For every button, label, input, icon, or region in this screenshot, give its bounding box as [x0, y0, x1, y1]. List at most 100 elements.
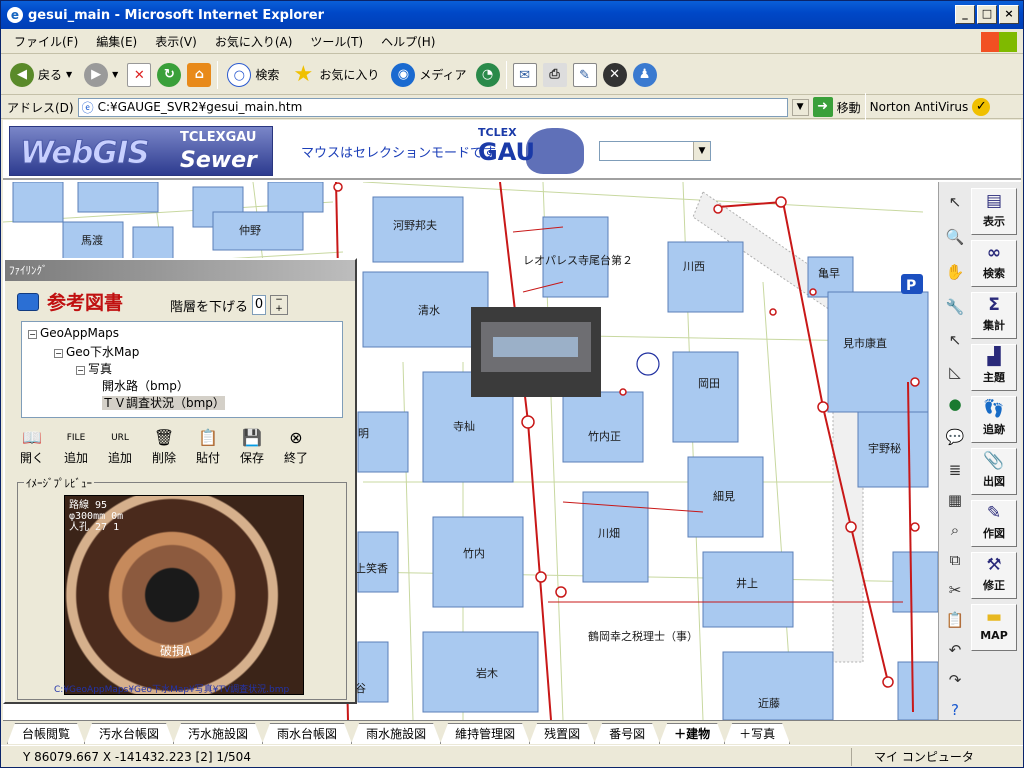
- table-icon[interactable]: ▦: [945, 490, 965, 510]
- svg-text:竹内正: 竹内正: [588, 429, 621, 443]
- tree-node[interactable]: − Geo下水Map: [54, 343, 139, 360]
- measure-icon[interactable]: ◺: [945, 362, 965, 382]
- tree-node[interactable]: 開水路（bmp）: [102, 377, 189, 394]
- tree-node[interactable]: − GeoAppMaps: [28, 326, 119, 340]
- cut-icon[interactable]: ✂: [945, 580, 965, 600]
- info-icon[interactable]: 🔧: [945, 297, 965, 317]
- level-value[interactable]: 0: [252, 295, 267, 315]
- level-spinner[interactable]: − +: [270, 295, 289, 315]
- tab-number[interactable]: 番号図: [594, 723, 660, 744]
- tab-photo[interactable]: ＋写真: [724, 723, 790, 744]
- pan-hand-icon[interactable]: ✋: [945, 262, 965, 282]
- photo-thumbnail[interactable]: [471, 307, 601, 397]
- favorites-button[interactable]: ★ お気に入り: [288, 61, 382, 89]
- search-button[interactable]: ○ 検索: [224, 61, 282, 89]
- svg-text:見市康直: 見市康直: [843, 336, 887, 350]
- globe-icon[interactable]: ●: [945, 394, 965, 414]
- redo-icon[interactable]: ↷: [945, 670, 965, 690]
- modify-button[interactable]: ⚒ 修正: [971, 552, 1017, 599]
- refresh-icon[interactable]: ↻: [157, 62, 182, 87]
- tree-node-selected[interactable]: ＴＶ調査状況（bmp）: [102, 394, 225, 411]
- history-icon[interactable]: ◔: [475, 62, 500, 87]
- paste-icon[interactable]: 📋: [945, 610, 965, 630]
- output-button[interactable]: 📎 出図: [971, 448, 1017, 495]
- layer-select[interactable]: ▼: [599, 141, 711, 161]
- find-icon[interactable]: ⌕: [945, 520, 965, 540]
- menu-favorites[interactable]: お気に入り(A): [206, 30, 302, 53]
- menu-tools[interactable]: ツール(T): [301, 30, 372, 53]
- preview-path: C:¥GeoAppMaps¥Geo下水Map¥写真¥TV調査状況.bmp: [54, 685, 290, 695]
- map-button[interactable]: ▬ MAP: [971, 604, 1017, 651]
- mail-icon[interactable]: ✉: [512, 62, 537, 87]
- help-icon[interactable]: ?: [945, 700, 965, 720]
- menu-edit[interactable]: 編集(E): [87, 30, 146, 53]
- print-icon[interactable]: ⎙: [542, 62, 567, 87]
- tab-maintenance[interactable]: 維持管理図: [440, 723, 530, 744]
- stop-icon[interactable]: ✕: [127, 62, 152, 87]
- tab-sewage-facility[interactable]: 汚水施設図: [173, 723, 263, 744]
- tab-rain-facility[interactable]: 雨水施設図: [351, 723, 441, 744]
- address-input[interactable]: ⓔ C:¥GAUGE_SVR2¥gesui_main.htm: [77, 97, 788, 117]
- sum-icon: Σ: [988, 295, 1000, 315]
- draw-button[interactable]: ✎ 作図: [971, 500, 1017, 547]
- chevron-down-icon: ▼: [693, 142, 710, 160]
- open-button[interactable]: 📖 開く: [13, 427, 51, 466]
- norton-icon[interactable]: ✓: [972, 98, 991, 116]
- aggregate-button[interactable]: Σ 集計: [971, 292, 1017, 339]
- close-button[interactable]: ×: [999, 5, 1019, 24]
- save-button[interactable]: 💾 保存: [233, 427, 271, 466]
- right-tool-panel: ↖ 🔍 ✋ 🔧 ↖ ◺ ● 💬 ≣ ▦ ⌕ ⧉ ✂ 📋 ↶ ↷ ? ▤ 表示 ∞ 検…: [938, 182, 1021, 720]
- svg-text:鶴岡幸之税理士（事）: 鶴岡幸之税理士（事）: [588, 629, 698, 643]
- status-bar: Y 86079.667 X -141432.223 [2] 1/504 マイ コ…: [1, 745, 1023, 767]
- copy-icon[interactable]: ⧉: [945, 550, 965, 570]
- discuss-icon[interactable]: ✕: [602, 62, 627, 87]
- theme-icon: ▟: [987, 347, 1001, 367]
- add-url-button[interactable]: URL 追加: [101, 427, 139, 466]
- filing-header[interactable]: ﾌｧｲﾘﾝｸﾞ: [5, 260, 355, 281]
- wrench-icon: ⚒: [986, 555, 1002, 575]
- select-icon[interactable]: ↖: [945, 330, 965, 350]
- home-icon[interactable]: ⌂: [187, 62, 212, 87]
- media-button[interactable]: ◉ メディア: [388, 61, 469, 89]
- trace-button[interactable]: 👣 追跡: [971, 396, 1017, 443]
- folder-icon: ▬: [985, 607, 1003, 627]
- svg-text:近藤: 近藤: [758, 697, 780, 710]
- undo-icon[interactable]: ↶: [945, 640, 965, 660]
- tab-ledger[interactable]: 台帳閲覧: [7, 723, 85, 744]
- display-button[interactable]: ▤ 表示: [971, 188, 1017, 235]
- theme-button[interactable]: ▟ 主題: [971, 344, 1017, 391]
- search-tool-button[interactable]: ∞ 検索: [971, 240, 1017, 287]
- menu-view[interactable]: 表示(V): [146, 30, 206, 53]
- menu-file[interactable]: ファイル(F): [5, 30, 87, 53]
- tab-residual[interactable]: 残置図: [529, 723, 595, 744]
- exit-button[interactable]: ⊗ 終了: [277, 427, 315, 466]
- messenger-icon[interactable]: ♟: [632, 62, 657, 87]
- back-button[interactable]: ◀ 戻る ▼: [7, 61, 75, 89]
- svg-text:清水: 清水: [418, 304, 440, 317]
- address-label: アドレス(D): [7, 100, 74, 115]
- tab-rain-ledger[interactable]: 雨水台帳図: [262, 723, 352, 744]
- go-button[interactable]: 移動: [837, 99, 861, 116]
- list-icon[interactable]: ≣: [945, 460, 965, 480]
- minimize-button[interactable]: _: [955, 5, 975, 24]
- address-dropdown-button[interactable]: ▼: [791, 98, 809, 116]
- zoom-icon[interactable]: 🔍: [945, 227, 965, 247]
- forward-button[interactable]: ▶ ▼: [81, 61, 121, 89]
- antivirus-label[interactable]: Norton AntiVirus: [870, 100, 969, 114]
- clip-icon: 📎: [983, 451, 1005, 471]
- paste-button[interactable]: 📋 貼付: [189, 427, 227, 466]
- filing-panel: ﾌｧｲﾘﾝｸﾞ 参考図書 階層を下げる 0 − + − GeoAppMaps − Ge…: [3, 258, 357, 704]
- edit-icon[interactable]: ✎: [572, 62, 597, 87]
- go-arrow-icon[interactable]: ➜: [812, 97, 833, 117]
- maximize-button[interactable]: □: [977, 5, 997, 24]
- pointer-icon[interactable]: ↖: [945, 192, 965, 212]
- add-file-button[interactable]: FILE 追加: [57, 427, 95, 466]
- balloon-icon[interactable]: 💬: [945, 427, 965, 447]
- tab-building[interactable]: ＋建物: [659, 723, 725, 744]
- delete-button[interactable]: 🗑 削除: [145, 427, 183, 466]
- menu-help[interactable]: ヘルプ(H): [372, 30, 444, 53]
- book-icon: 📖: [22, 428, 42, 447]
- svg-text:岡田: 岡田: [698, 377, 720, 390]
- tree-node[interactable]: − 写真: [76, 360, 112, 377]
- tab-sewage-ledger[interactable]: 汚水台帳図: [84, 723, 174, 744]
